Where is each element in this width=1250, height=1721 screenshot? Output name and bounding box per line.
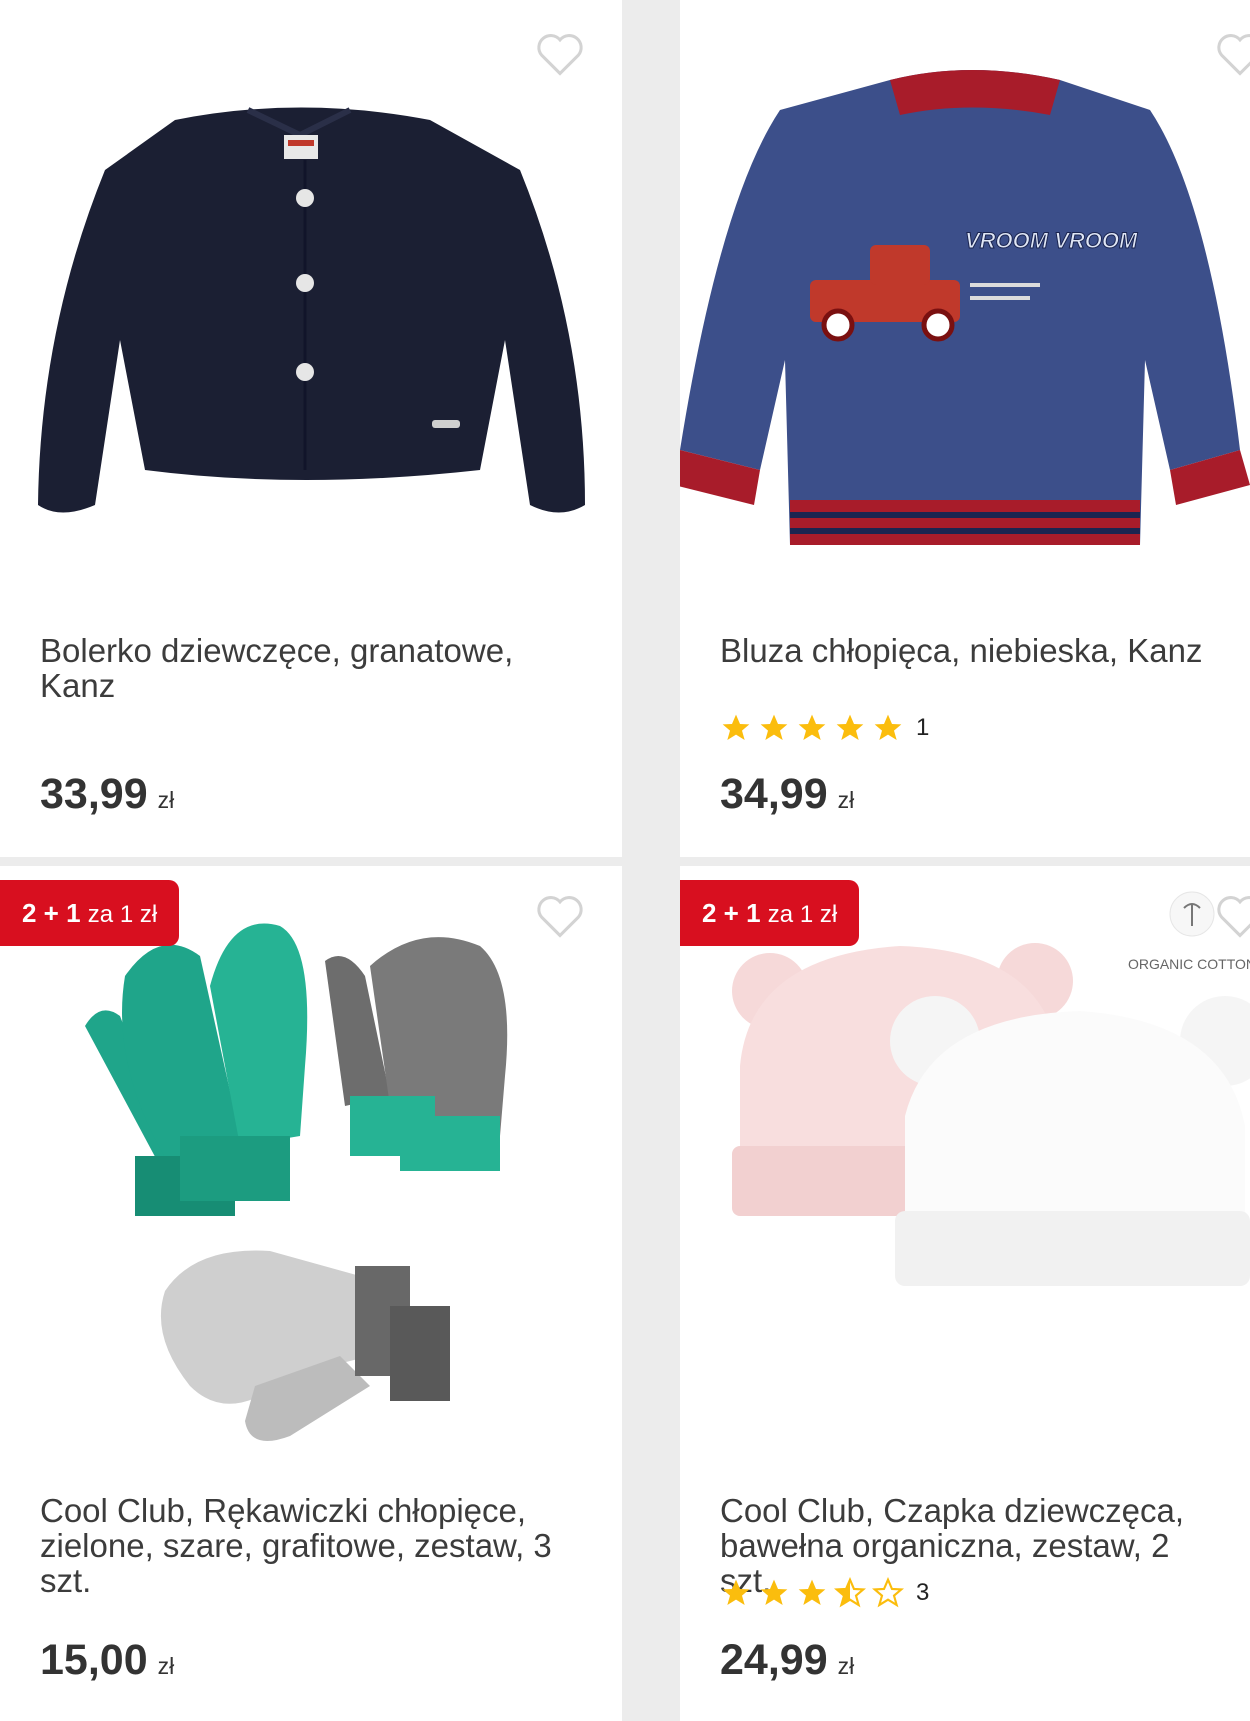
price-currency: zł (157, 1653, 175, 1679)
price-value: 33,99 (40, 770, 148, 818)
product-title[interactable]: Bluza chłopięca, niebieska, Kanz (720, 633, 1220, 668)
product-title[interactable]: Bolerko dziewczęce, granatowe, Kanz (40, 633, 592, 703)
star-icon (760, 1579, 788, 1605)
star-icon (798, 714, 826, 740)
promo-badge: 2 + 1 za 1 zł (0, 880, 180, 946)
price-currency: zł (157, 787, 175, 813)
product-rating: 1 (720, 712, 929, 744)
promo-badge: 2 + 1 za 1 zł (680, 880, 860, 946)
price-currency: zł (837, 1653, 855, 1679)
price-value: 24,99 (720, 1636, 828, 1684)
product-title[interactable]: Cool Club, Rękawiczki chłopięce, zielone… (40, 1493, 592, 1598)
star-icon (836, 714, 864, 740)
product-price: 34,99 zł (720, 770, 854, 819)
promo-badge-main: 2 + 1 (702, 898, 761, 928)
product-image[interactable] (0, 866, 622, 1466)
star-icon (722, 714, 750, 740)
product-price: 15,00 zł (40, 1636, 174, 1685)
product-price: 24,99 zł (720, 1636, 854, 1685)
product-rating: 3 (720, 1577, 929, 1609)
star-half-icon (834, 1577, 866, 1608)
heart-outline-icon[interactable] (534, 892, 586, 940)
product-image[interactable]: ORGANIC COTTON (680, 866, 1250, 1466)
heart-outline-icon[interactable] (1214, 892, 1250, 940)
review-count: 1 (916, 714, 930, 741)
product-card[interactable]: Bolerko dziewczęce, granatowe, Kanz 33,9… (0, 0, 622, 857)
star-icon (798, 1579, 826, 1605)
heart-outline-icon[interactable] (1214, 30, 1250, 78)
product-card[interactable]: ORGANIC COTTON 2 + 1 za 1 zł Cool Club, … (680, 866, 1250, 1721)
product-card[interactable]: 2 + 1 za 1 zł Cool Club, Rękawiczki chło… (0, 866, 622, 1721)
product-image[interactable] (0, 0, 622, 600)
image-text: ORGANIC COTTON (1128, 956, 1250, 972)
product-card[interactable]: VROOM VROOM Bluza chłopięca, niebieska, … (680, 0, 1250, 857)
price-value: 34,99 (720, 770, 828, 818)
review-count: 3 (916, 1579, 930, 1606)
image-text: VROOM VROOM (965, 228, 1138, 253)
product-price: 33,99 zł (40, 770, 174, 819)
star-icon (722, 1579, 750, 1605)
product-image[interactable]: VROOM VROOM (680, 0, 1250, 600)
price-currency: zł (837, 787, 855, 813)
star-icon (874, 714, 902, 740)
promo-badge-main: 2 + 1 (22, 898, 81, 928)
star-outline-icon (872, 1577, 904, 1608)
price-value: 15,00 (40, 1636, 148, 1684)
heart-outline-icon[interactable] (534, 30, 586, 78)
promo-badge-suffix: za 1 zł (87, 901, 158, 928)
promo-badge-suffix: za 1 zł (767, 901, 838, 928)
star-icon (760, 714, 788, 740)
